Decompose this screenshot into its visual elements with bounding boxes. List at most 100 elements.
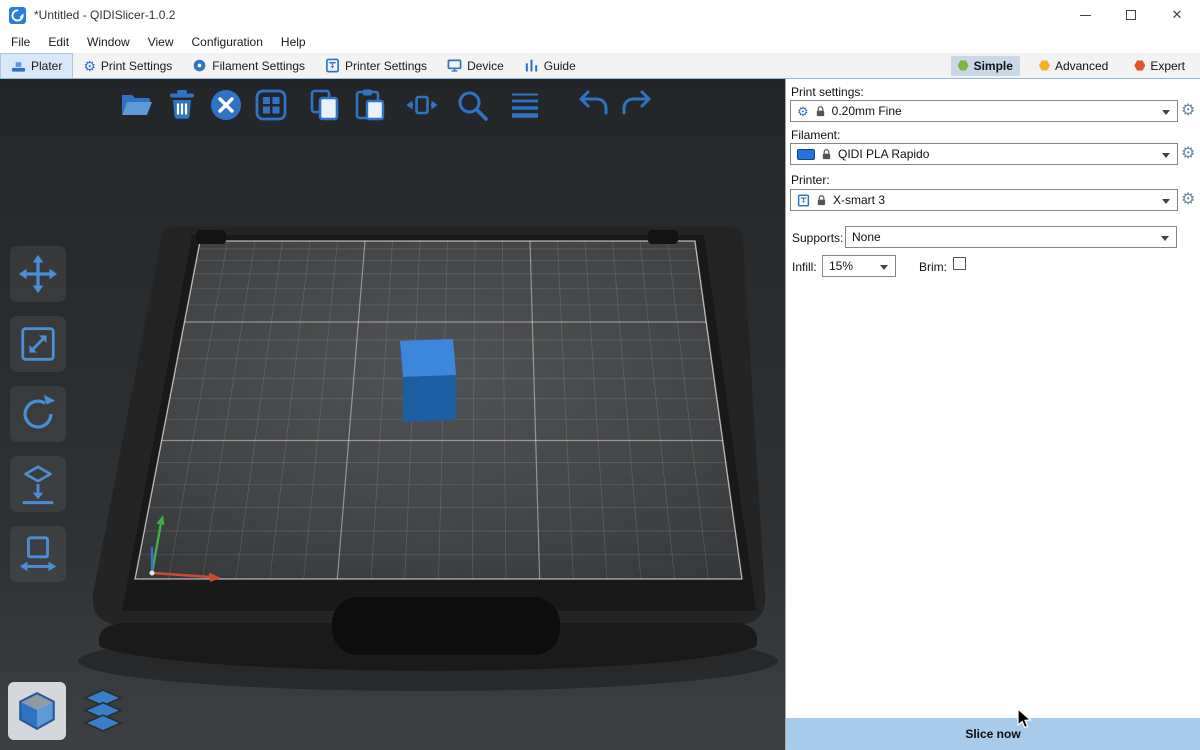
chevron-down-icon — [1162, 110, 1170, 115]
plater-icon — [11, 59, 26, 74]
menu-help[interactable]: Help — [272, 32, 315, 52]
printer-combo[interactable]: X-smart 3 — [790, 189, 1178, 211]
mirror-tool-icon — [17, 533, 59, 575]
tab-printer-settings[interactable]: Printer Settings — [315, 53, 437, 78]
3d-scene[interactable] — [0, 79, 785, 750]
rotate-tool-button[interactable] — [10, 386, 66, 442]
filament-gear-button[interactable]: ⚙ — [1181, 146, 1195, 162]
redo-button[interactable] — [618, 87, 654, 123]
window-title: *Untitled - QIDISlicer-1.0.2 — [34, 8, 175, 22]
brim-label: Brim: — [919, 260, 947, 274]
redo-icon — [618, 87, 654, 123]
tab-print-settings[interactable]: ⚙ Print Settings — [73, 53, 182, 78]
mode-label: Advanced — [1055, 59, 1108, 73]
move-tool-icon — [17, 253, 59, 295]
maximize-icon — [1126, 10, 1136, 20]
menubar: File Edit Window View Configuration Help — [0, 30, 1200, 53]
app-logo-icon — [9, 7, 26, 24]
open-icon — [118, 87, 154, 123]
copy-button[interactable] — [307, 87, 343, 123]
printer-icon — [325, 58, 340, 73]
move-tool-button[interactable] — [10, 246, 66, 302]
arrange-button[interactable] — [253, 87, 289, 123]
rotate-tool-icon — [17, 393, 59, 435]
mode-label: Expert — [1150, 59, 1185, 73]
delete-icon — [164, 87, 200, 123]
advanced-mode-icon — [1039, 60, 1050, 71]
delete-all-icon — [208, 87, 244, 123]
bed-clip — [196, 230, 226, 244]
delete-button[interactable] — [164, 87, 200, 123]
window-controls: ✕ — [1062, 0, 1200, 30]
paste-button[interactable] — [352, 87, 388, 123]
printer-gear-button[interactable]: ⚙ — [1181, 192, 1195, 208]
undo-button[interactable] — [576, 87, 612, 123]
gear-icon: ⚙ — [797, 105, 809, 118]
model-cube[interactable] — [400, 339, 456, 422]
tab-plater[interactable]: Plater — [0, 53, 73, 78]
expert-mode-icon — [1134, 60, 1145, 71]
mouse-cursor — [1016, 708, 1036, 730]
mode-simple[interactable]: Simple — [951, 56, 1020, 76]
flatten-tool-button[interactable] — [10, 456, 66, 512]
layers-height-button[interactable] — [507, 87, 543, 123]
guide-icon — [524, 58, 539, 73]
tray-handle-recess — [332, 597, 560, 655]
filament-label: Filament: — [791, 128, 840, 142]
menu-file[interactable]: File — [2, 32, 39, 52]
tab-device[interactable]: Device — [437, 53, 514, 78]
paste-icon — [352, 87, 388, 123]
scale-tool-icon — [17, 323, 59, 365]
lock-icon — [821, 148, 832, 161]
arrange-icon — [253, 87, 289, 123]
print-settings-gear-button[interactable]: ⚙ — [1181, 103, 1195, 119]
printer-icon — [797, 193, 810, 208]
delete-all-button[interactable] — [208, 87, 244, 123]
filament-icon — [192, 58, 207, 73]
maximize-button[interactable] — [1108, 0, 1154, 30]
flatten-tool-icon — [17, 463, 59, 505]
mode-label: Simple — [974, 59, 1013, 73]
split-icon — [404, 87, 440, 123]
tab-filament-settings[interactable]: Filament Settings — [182, 53, 315, 78]
menu-edit[interactable]: Edit — [39, 32, 78, 52]
undo-icon — [576, 87, 612, 123]
supports-combo[interactable]: None — [845, 226, 1177, 248]
simple-mode-icon — [958, 60, 969, 71]
mode-selector: Simple Advanced Expert — [951, 53, 1200, 78]
print-settings-combo[interactable]: ⚙ 0.20mm Fine — [790, 100, 1178, 122]
close-icon: ✕ — [1172, 7, 1183, 23]
search-button[interactable] — [454, 87, 490, 123]
slice-now-button[interactable]: Slice now — [786, 718, 1200, 750]
mirror-tool-button[interactable] — [10, 526, 66, 582]
minimize-button[interactable] — [1062, 0, 1108, 30]
close-button[interactable]: ✕ — [1154, 0, 1200, 30]
lock-icon — [815, 105, 826, 118]
gear-icon: ⚙ — [83, 59, 96, 73]
mode-advanced[interactable]: Advanced — [1032, 56, 1115, 76]
menu-configuration[interactable]: Configuration — [183, 32, 272, 52]
infill-combo[interactable]: 15% — [822, 255, 896, 277]
filament-value: QIDI PLA Rapido — [838, 147, 929, 161]
device-icon — [447, 58, 462, 73]
tabbar: Plater ⚙ Print Settings Filament Setting… — [0, 53, 1200, 79]
tab-guide[interactable]: Guide — [514, 53, 586, 78]
preview-layers-icon — [80, 688, 126, 734]
supports-label: Supports: — [792, 231, 843, 245]
scale-tool-button[interactable] — [10, 316, 66, 372]
open-button[interactable] — [118, 87, 154, 123]
filament-combo[interactable]: QIDI PLA Rapido — [790, 143, 1178, 165]
split-button[interactable] — [404, 87, 440, 123]
brim-checkbox[interactable] — [953, 257, 966, 270]
menu-window[interactable]: Window — [78, 32, 139, 52]
preview-layers-button[interactable] — [74, 682, 132, 740]
viewport-3d[interactable] — [0, 79, 785, 750]
menu-view[interactable]: View — [139, 32, 183, 52]
mode-expert[interactable]: Expert — [1127, 56, 1192, 76]
minimize-icon — [1080, 15, 1091, 16]
tab-label: Printer Settings — [345, 59, 427, 73]
tab-label: Guide — [544, 59, 576, 73]
chevron-down-icon — [1161, 236, 1169, 241]
chevron-down-icon — [880, 265, 888, 270]
3d-view-button[interactable] — [8, 682, 66, 740]
